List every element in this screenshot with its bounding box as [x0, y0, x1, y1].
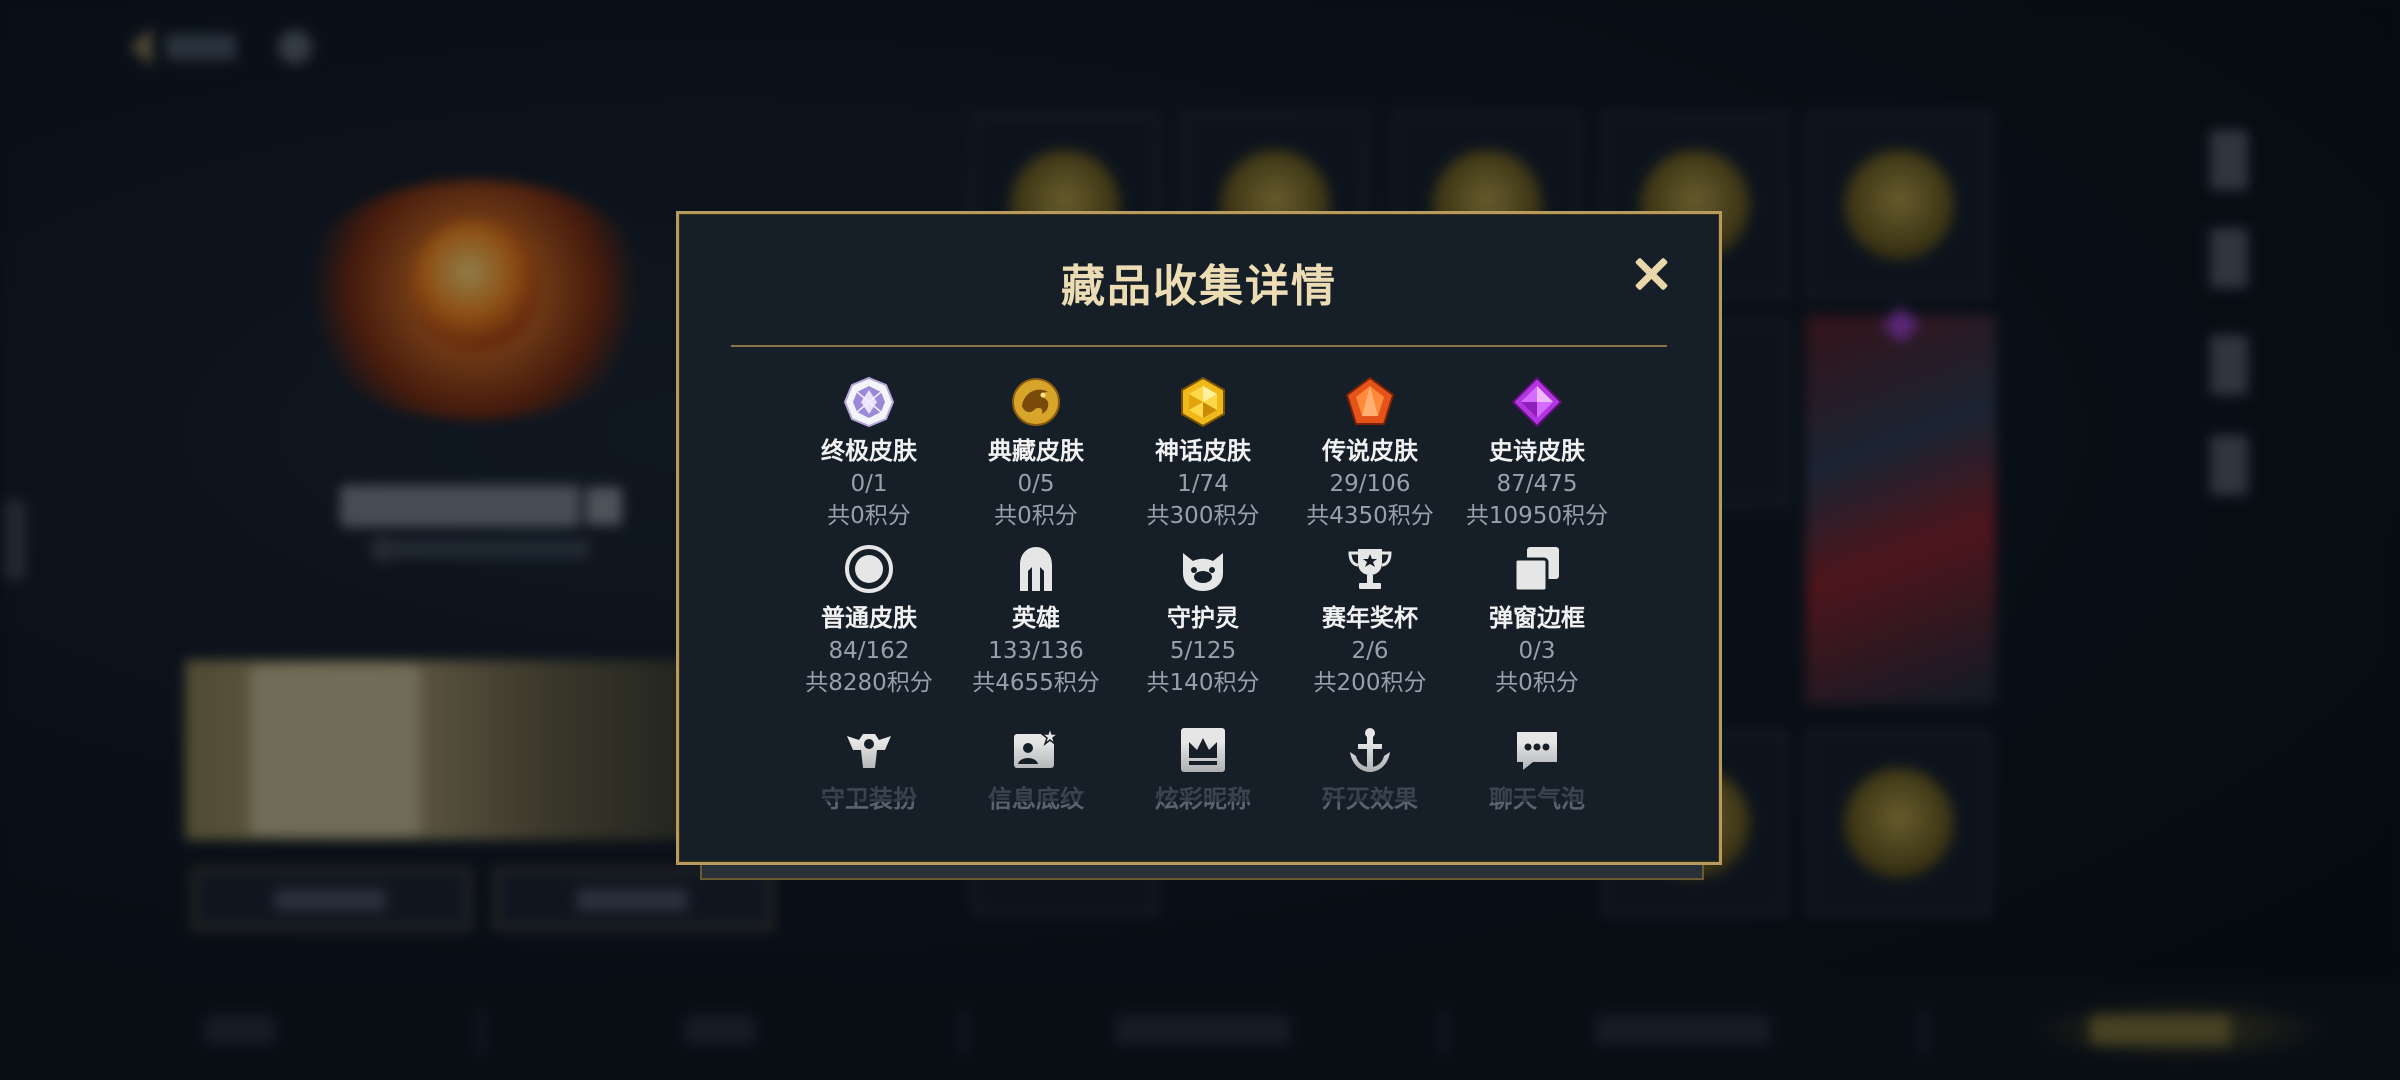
item-label: 歼灭效果: [1322, 785, 1418, 813]
collection-item-guard-outfit[interactable]: 守卫装扮: [785, 724, 953, 816]
collection-item-normal-skin[interactable]: 普通皮肤 84/162 共8280积分: [785, 543, 953, 699]
collection-item-popup-frame[interactable]: 弹窗边框 0/3 共0积分: [1453, 543, 1621, 699]
trophy-icon: [1344, 543, 1396, 595]
item-label: 守卫装扮: [821, 785, 917, 813]
item-label: 赛年奖杯: [1322, 604, 1418, 632]
epic-skin-icon: [1511, 376, 1563, 428]
item-count: 0/1: [850, 471, 888, 497]
item-label: 信息底纹: [988, 785, 1084, 813]
item-count: 0/5: [1017, 471, 1055, 497]
item-points: 共0积分: [994, 503, 1078, 529]
guardian-spirit-icon: [1177, 543, 1229, 595]
collection-item-legend-skin[interactable]: 传说皮肤 29/106 共4350积分: [1286, 376, 1454, 532]
item-label: 炫彩昵称: [1155, 785, 1251, 813]
item-label: 史诗皮肤: [1489, 437, 1585, 465]
item-points: 共8280积分: [805, 670, 933, 696]
item-label: 终极皮肤: [821, 437, 917, 465]
collection-item-colorful-nickname[interactable]: 炫彩昵称: [1119, 724, 1287, 816]
item-count: 133/136: [988, 638, 1084, 664]
item-points: 共10950积分: [1465, 503, 1609, 529]
item-points: 共4350积分: [1306, 503, 1434, 529]
mythic-skin-icon: [1177, 376, 1229, 428]
ultimate-skin-icon: [843, 376, 895, 428]
item-label: 守护灵: [1167, 604, 1239, 632]
collection-item-mythic-skin[interactable]: 神话皮肤 1/74 共300积分: [1119, 376, 1287, 532]
collection-item-ultimate-skin[interactable]: 终极皮肤 0/1 共0积分: [785, 376, 953, 532]
item-label: 英雄: [1012, 604, 1060, 632]
chat-bubble-icon: [1511, 724, 1563, 776]
item-label: 传说皮肤: [1322, 437, 1418, 465]
item-count: 0/3: [1518, 638, 1556, 664]
collection-item-trophy[interactable]: 赛年奖杯 2/6 共200积分: [1286, 543, 1454, 699]
legend-skin-icon: [1344, 376, 1396, 428]
item-label: 神话皮肤: [1155, 437, 1251, 465]
item-count: 29/106: [1329, 471, 1411, 497]
colorful-nickname-icon: [1177, 724, 1229, 776]
item-label: 典藏皮肤: [988, 437, 1084, 465]
collection-skin-icon: [1010, 376, 1062, 428]
collection-item-epic-skin[interactable]: 史诗皮肤 87/475 共10950积分: [1453, 376, 1621, 532]
item-count: 87/475: [1496, 471, 1578, 497]
collection-item-guardian[interactable]: 守护灵 5/125 共140积分: [1119, 543, 1287, 699]
item-count: 1/74: [1177, 471, 1229, 497]
item-points: 共200积分: [1313, 670, 1427, 696]
item-points: 共0积分: [827, 503, 911, 529]
item-label: 聊天气泡: [1489, 785, 1585, 813]
guard-outfit-icon: [843, 724, 895, 776]
annihilation-effect-icon: [1344, 724, 1396, 776]
item-points: 共300积分: [1146, 503, 1260, 529]
collection-item-info-pattern[interactable]: 信息底纹: [952, 724, 1120, 816]
hero-helmet-icon: [1010, 543, 1062, 595]
item-count: 5/125: [1169, 638, 1237, 664]
collection-items: 终极皮肤 0/1 共0积分 典藏皮肤 0/5 共0积分 神话皮肤 1/74 共3…: [679, 214, 1719, 862]
collection-item-chat-bubble[interactable]: 聊天气泡: [1453, 724, 1621, 816]
collection-item-collection-skin[interactable]: 典藏皮肤 0/5 共0积分: [952, 376, 1120, 532]
collection-item-hero[interactable]: 英雄 133/136 共4655积分: [952, 543, 1120, 699]
info-pattern-icon: [1010, 724, 1062, 776]
item-points: 共4655积分: [972, 670, 1100, 696]
normal-skin-icon: [843, 543, 895, 595]
item-points: 共0积分: [1495, 670, 1579, 696]
collection-detail-modal: 藏品收集详情 终极皮肤 0/1 共0积分 典藏皮肤 0/5 共0积分 神话皮肤 …: [676, 211, 1722, 865]
collection-item-annihilation-effect[interactable]: 歼灭效果: [1286, 724, 1454, 816]
item-count: 2/6: [1351, 638, 1389, 664]
popup-frame-icon: [1511, 543, 1563, 595]
item-points: 共140积分: [1146, 670, 1260, 696]
item-label: 弹窗边框: [1489, 604, 1585, 632]
item-count: 84/162: [828, 638, 910, 664]
item-label: 普通皮肤: [821, 604, 917, 632]
